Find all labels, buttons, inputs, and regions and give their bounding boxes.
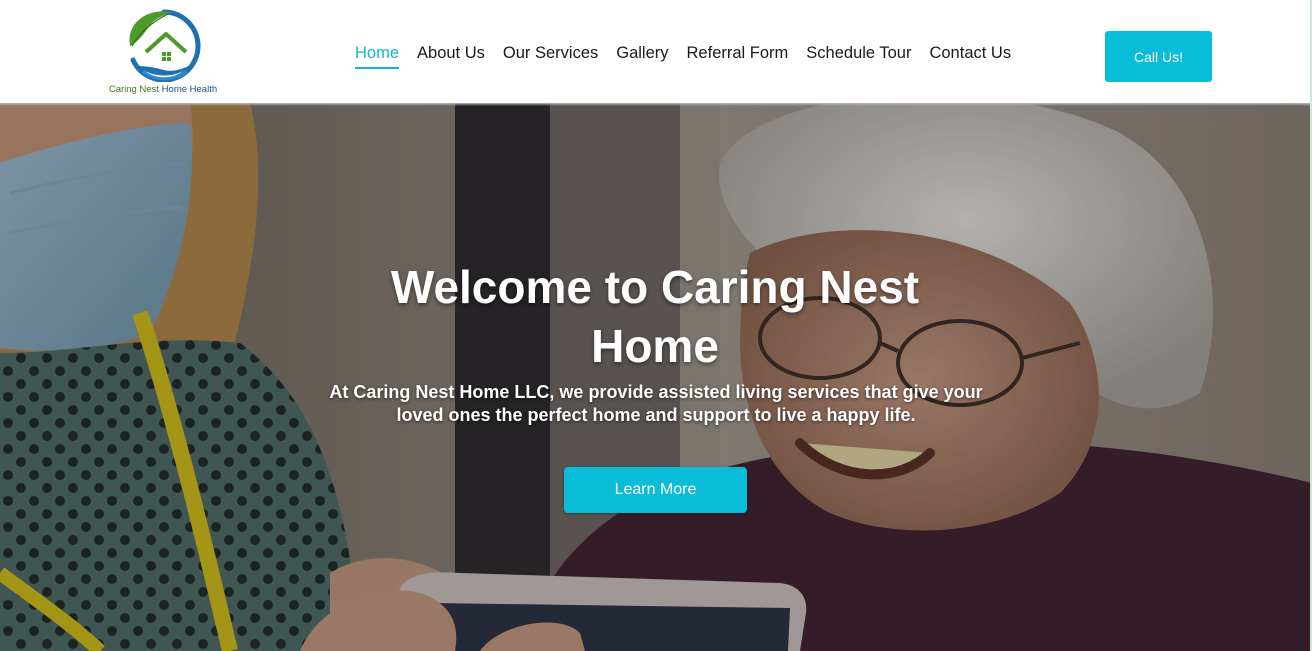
learn-more-button[interactable]: Learn More — [564, 467, 747, 513]
logo-text-primary: Caring Nest — [108, 84, 160, 95]
hero-overlay — [0, 103, 1312, 651]
logo-text: Caring Nest Home Health — [104, 84, 222, 95]
nav-home[interactable]: Home — [355, 43, 408, 69]
hero-title: Welcome to Caring Nest Home — [390, 261, 920, 372]
hero-subtitle: At Caring Nest Home LLC, we provide assi… — [329, 382, 983, 425]
logo-text-secondary: Home Health — [161, 84, 218, 95]
call-us-button[interactable]: Call Us! — [1105, 31, 1212, 82]
site-logo[interactable]: Caring Nest Home Health — [104, 6, 222, 98]
nav-about-us[interactable]: About Us — [408, 43, 494, 69]
page: Caring Nest Home Health Home About Us Ou… — [0, 0, 1312, 651]
hero-section: Welcome to Caring Nest Home At Caring Ne… — [0, 103, 1312, 651]
nav-schedule-tour[interactable]: Schedule Tour — [797, 43, 920, 69]
house-leaf-logo-icon — [129, 9, 201, 82]
nav-gallery[interactable]: Gallery — [607, 43, 677, 69]
nav-our-services[interactable]: Our Services — [494, 43, 607, 69]
nav-contact-us[interactable]: Contact Us — [920, 43, 1020, 69]
main-nav: Home About Us Our Services Gallery Refer… — [355, 43, 1020, 69]
nav-referral-form[interactable]: Referral Form — [678, 43, 798, 69]
header-divider — [0, 103, 1312, 106]
site-header: Caring Nest Home Health Home About Us Ou… — [0, 0, 1312, 103]
